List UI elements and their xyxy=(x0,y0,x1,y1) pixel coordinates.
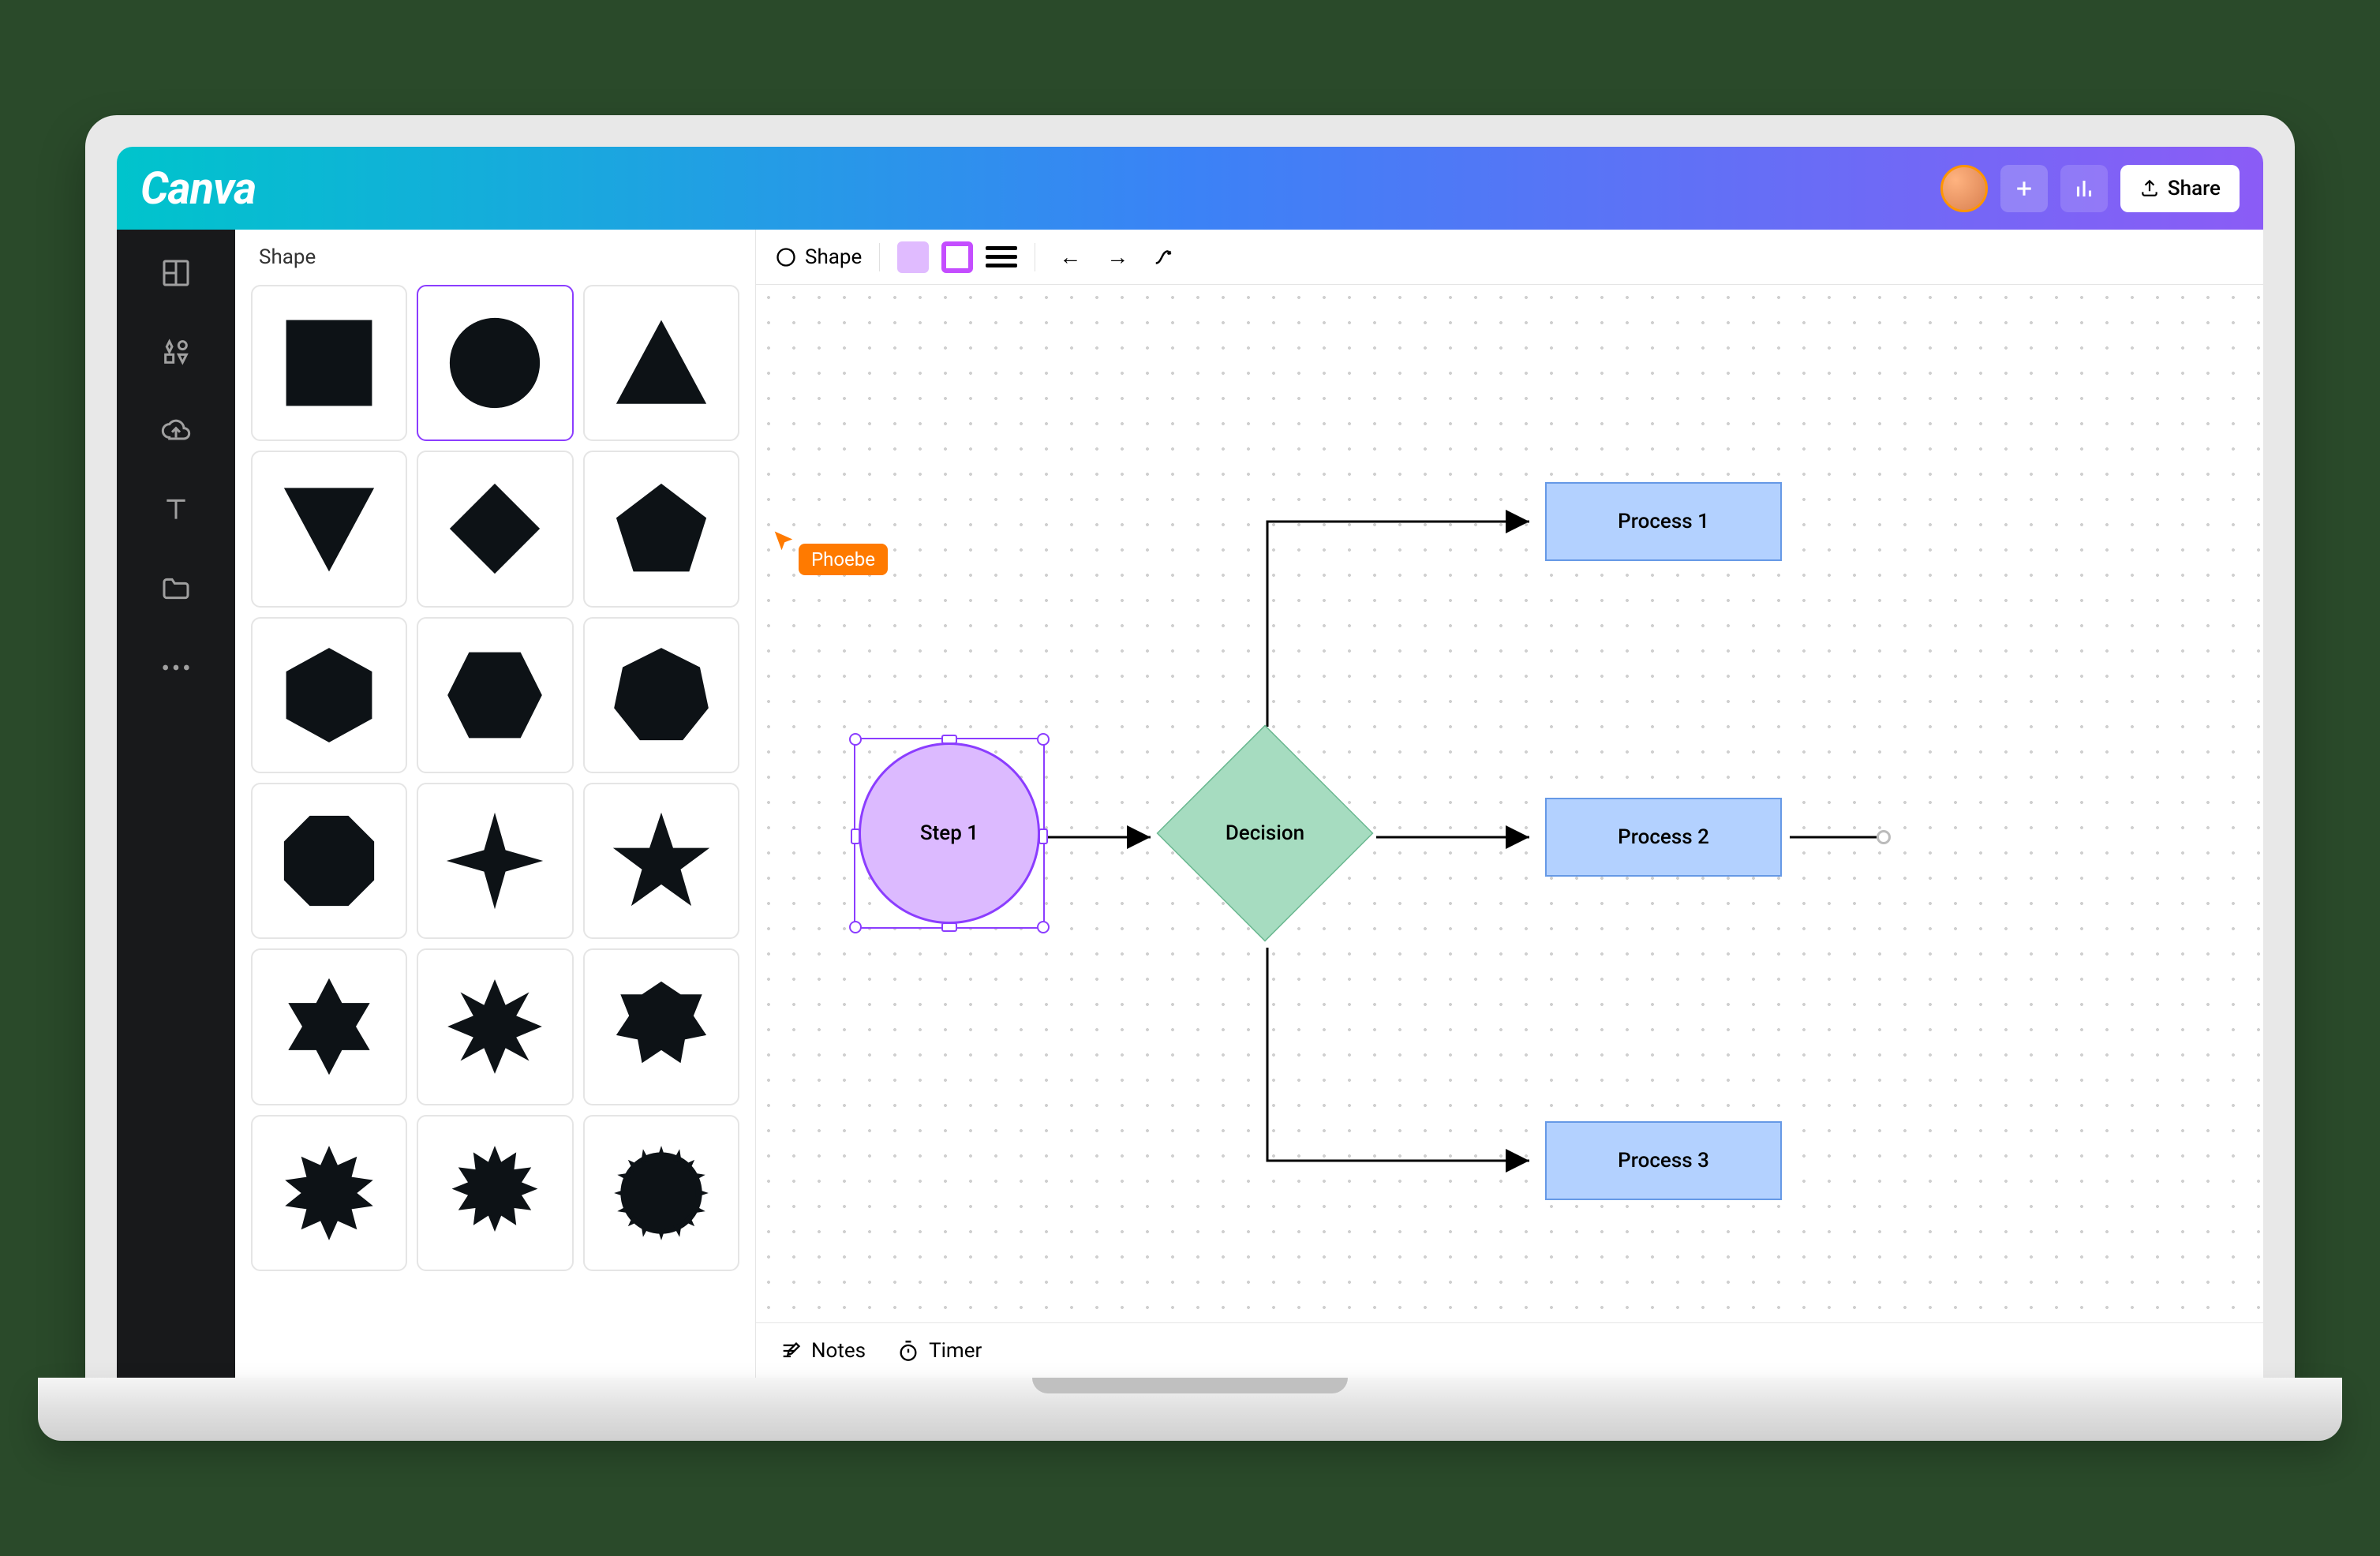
selection-box xyxy=(854,738,1045,929)
timer-button[interactable]: Timer xyxy=(897,1339,982,1363)
shape-heptagon[interactable] xyxy=(583,617,739,773)
shape-burst-16[interactable] xyxy=(417,1115,573,1271)
sidebar-text[interactable] xyxy=(156,490,196,529)
shapes-grid xyxy=(235,285,755,1271)
bottom-bar: Notes Timer xyxy=(756,1322,2263,1378)
shape-star-4[interactable] xyxy=(417,783,573,939)
context-toolbar: Shape ← → xyxy=(756,230,2263,285)
shape-star-6[interactable] xyxy=(251,948,407,1105)
flowchart-process-1[interactable]: Process 1 xyxy=(1545,482,1782,561)
sidebar-uploads[interactable] xyxy=(156,411,196,451)
notes-button[interactable]: Notes xyxy=(780,1339,866,1363)
upload-icon xyxy=(2139,178,2160,199)
canvas-area: Shape ← → xyxy=(756,230,2263,1378)
insights-button[interactable] xyxy=(2060,165,2108,212)
process-label: Process 1 xyxy=(1618,510,1709,533)
sidebar-projects[interactable] xyxy=(156,569,196,608)
collaborator-name: Phoebe xyxy=(799,544,888,575)
flowchart-decision-node[interactable]: Decision xyxy=(1158,727,1371,940)
connector-endpoint[interactable] xyxy=(1877,830,1891,844)
arrow-start-button[interactable]: ← xyxy=(1053,241,1087,273)
shape-star-5[interactable] xyxy=(583,783,739,939)
sidebar-elements[interactable] xyxy=(156,332,196,372)
create-team-button[interactable] xyxy=(2000,165,2048,212)
shape-hexagon[interactable] xyxy=(251,617,407,773)
shape-pentagon[interactable] xyxy=(583,451,739,607)
border-color-swatch[interactable] xyxy=(941,241,973,273)
shapes-panel: Shape xyxy=(235,230,756,1378)
left-sidebar xyxy=(117,230,235,1378)
sidebar-templates[interactable] xyxy=(156,253,196,293)
shape-burst-20[interactable] xyxy=(583,1115,739,1271)
flowchart-process-3[interactable]: Process 3 xyxy=(1545,1121,1782,1200)
decision-label: Decision xyxy=(1226,821,1304,845)
user-avatar[interactable] xyxy=(1940,165,1988,212)
process-label: Process 2 xyxy=(1618,825,1709,849)
flowchart-step-node[interactable]: Step 1 xyxy=(859,742,1040,924)
top-bar: Canva Share xyxy=(117,147,2263,230)
line-style-button[interactable] xyxy=(986,241,1017,273)
shape-badge-8[interactable] xyxy=(583,948,739,1105)
shape-burst-12[interactable] xyxy=(251,1115,407,1271)
panel-title: Shape xyxy=(235,230,755,285)
shape-circle[interactable] xyxy=(417,285,573,441)
shape-type-dropdown[interactable]: Shape xyxy=(775,245,862,269)
arrow-end-button[interactable]: → xyxy=(1100,241,1135,273)
fill-color-swatch[interactable] xyxy=(897,241,929,273)
canvas[interactable]: Phoebe xyxy=(756,285,2263,1322)
shape-octagon[interactable] xyxy=(251,783,407,939)
circle-icon xyxy=(775,246,797,268)
share-label: Share xyxy=(2168,177,2221,200)
shape-square[interactable] xyxy=(251,285,407,441)
line-path-button[interactable] xyxy=(1147,241,1182,273)
shape-triangle[interactable] xyxy=(583,285,739,441)
shape-triangle-down[interactable] xyxy=(251,451,407,607)
flowchart-process-2[interactable]: Process 2 xyxy=(1545,798,1782,877)
process-label: Process 3 xyxy=(1618,1149,1709,1173)
shape-hexagon-h[interactable] xyxy=(417,617,573,773)
canva-logo: Canva xyxy=(140,163,256,215)
timer-icon xyxy=(897,1340,919,1362)
shape-star-8[interactable] xyxy=(417,948,573,1105)
collaborator-cursor: Phoebe xyxy=(772,529,888,575)
shape-diamond[interactable] xyxy=(417,451,573,607)
share-button[interactable]: Share xyxy=(2120,165,2240,212)
sidebar-more[interactable] xyxy=(156,648,196,687)
notes-icon xyxy=(780,1340,802,1362)
